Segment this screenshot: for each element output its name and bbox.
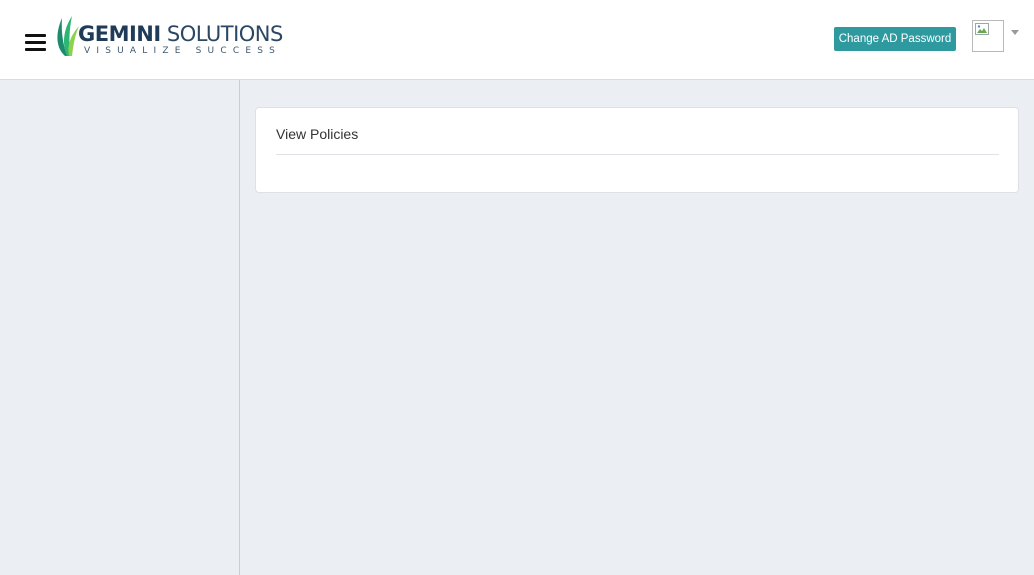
- main-content: View Policies: [240, 80, 1034, 575]
- sidebar: [0, 80, 240, 575]
- card-divider: [276, 154, 999, 155]
- user-avatar[interactable]: [972, 20, 1004, 52]
- view-policies-card: View Policies: [255, 107, 1019, 193]
- top-header: GEMINI SOLUTIONS VISUALIZE SUCCESS Chang…: [0, 0, 1034, 80]
- card-title: View Policies: [276, 126, 359, 142]
- change-ad-password-button[interactable]: Change AD Password: [834, 27, 956, 51]
- company-logo[interactable]: GEMINI SOLUTIONS VISUALIZE SUCCESS: [54, 14, 284, 60]
- caret-down-icon[interactable]: [1011, 30, 1019, 35]
- broken-image-icon: [975, 23, 989, 35]
- logo-tagline: VISUALIZE SUCCESS: [84, 46, 282, 56]
- hamburger-menu-icon[interactable]: [25, 34, 46, 51]
- logo-wordmark: GEMINI SOLUTIONS: [78, 22, 283, 46]
- leaf-logo-icon: [57, 16, 79, 56]
